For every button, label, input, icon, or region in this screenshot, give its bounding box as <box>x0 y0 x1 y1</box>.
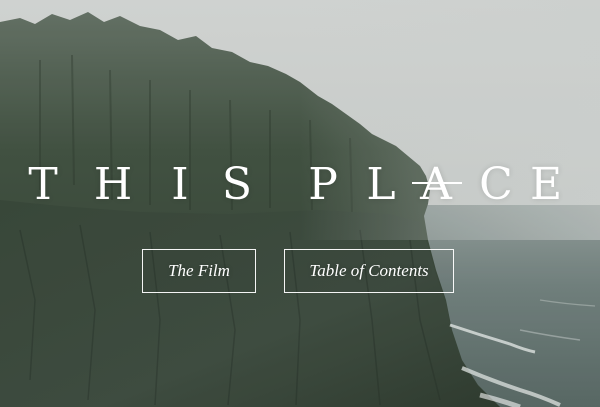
title-letter: P <box>308 159 338 210</box>
title-letter: I <box>171 159 189 210</box>
title-letter: T <box>28 159 58 210</box>
the-film-button[interactable]: The Film <box>142 249 256 293</box>
title-letter: A <box>420 159 452 210</box>
title-letter: S <box>221 159 253 210</box>
title-strike-line <box>412 182 462 184</box>
site-title: T H I S P L A C E <box>0 159 600 211</box>
hero-section: T H I S P L A C E The Film Table of Cont… <box>0 0 600 407</box>
table-of-contents-button[interactable]: Table of Contents <box>284 249 454 293</box>
title-letter: L <box>366 159 396 210</box>
title-letter: E <box>529 159 563 210</box>
title-letter: H <box>93 159 133 210</box>
